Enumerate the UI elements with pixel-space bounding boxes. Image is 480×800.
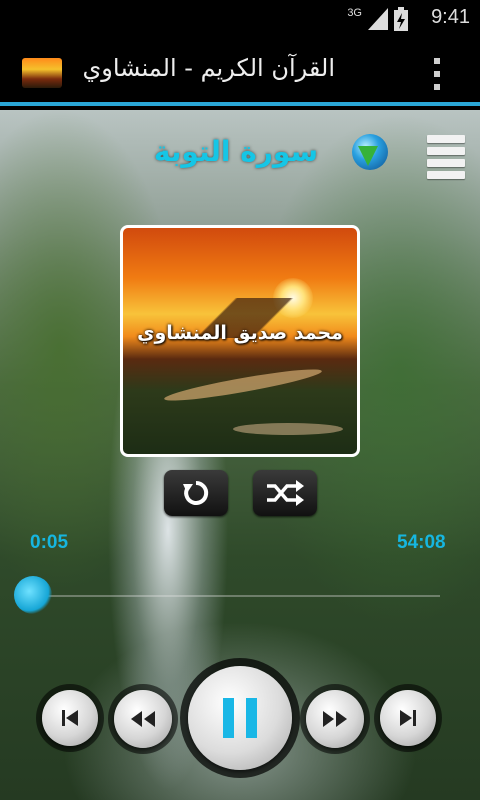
clock: 9:41 <box>431 6 470 28</box>
hamburger-menu-icon[interactable] <box>427 135 465 179</box>
action-bar-divider <box>0 102 480 106</box>
fast-forward-icon <box>323 711 347 727</box>
app-sunset-icon[interactable] <box>22 58 62 88</box>
player-screen: سورة التوبة محمد صديق المنشاوي 0:05 54:0… <box>0 110 480 800</box>
play-pause-button[interactable] <box>188 666 292 770</box>
repeat-button[interactable] <box>164 470 228 516</box>
shuffle-button[interactable] <box>253 470 317 516</box>
seek-bar[interactable] <box>36 595 440 597</box>
status-bar: 3G 9:41 <box>0 0 480 38</box>
overflow-menu-icon[interactable] <box>434 58 442 90</box>
app-title: القرآن الكريم - المنشاوي <box>82 54 335 82</box>
shuffle-icon <box>267 480 304 506</box>
status-icons: 3G <box>347 6 408 32</box>
skip-previous-icon <box>62 710 78 726</box>
total-time: 54:08 <box>397 532 446 553</box>
elapsed-time: 0:05 <box>30 532 69 553</box>
album-artwork: محمد صديق المنشاوي <box>120 225 360 457</box>
seek-thumb[interactable] <box>14 576 52 614</box>
reciter-name: محمد صديق المنشاوي <box>137 322 343 344</box>
rewind-icon <box>131 711 155 727</box>
globe-download-icon[interactable] <box>352 134 388 170</box>
pause-icon <box>223 698 257 738</box>
signal-icon <box>368 8 388 30</box>
next-button[interactable] <box>380 690 436 746</box>
fast-forward-button[interactable] <box>306 690 364 748</box>
previous-button[interactable] <box>42 690 98 746</box>
skip-next-icon <box>400 710 416 726</box>
surah-title: سورة التوبة <box>153 135 318 168</box>
repeat-icon <box>183 480 209 505</box>
network-type: 3G <box>347 7 362 19</box>
rewind-button[interactable] <box>114 690 172 748</box>
action-bar: القرآن الكريم - المنشاوي <box>0 38 480 106</box>
battery-icon <box>394 7 408 31</box>
